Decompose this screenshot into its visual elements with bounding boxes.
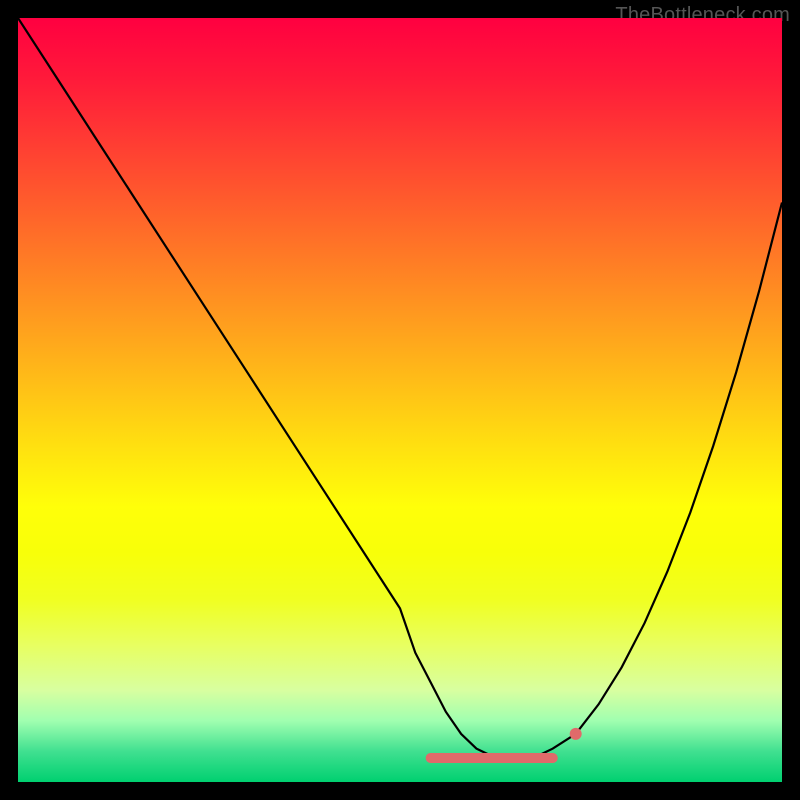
bottleneck-curve-path [18, 18, 782, 756]
curve-marker-dot [570, 728, 582, 740]
curve-svg [18, 18, 782, 782]
chart-area [18, 18, 782, 782]
